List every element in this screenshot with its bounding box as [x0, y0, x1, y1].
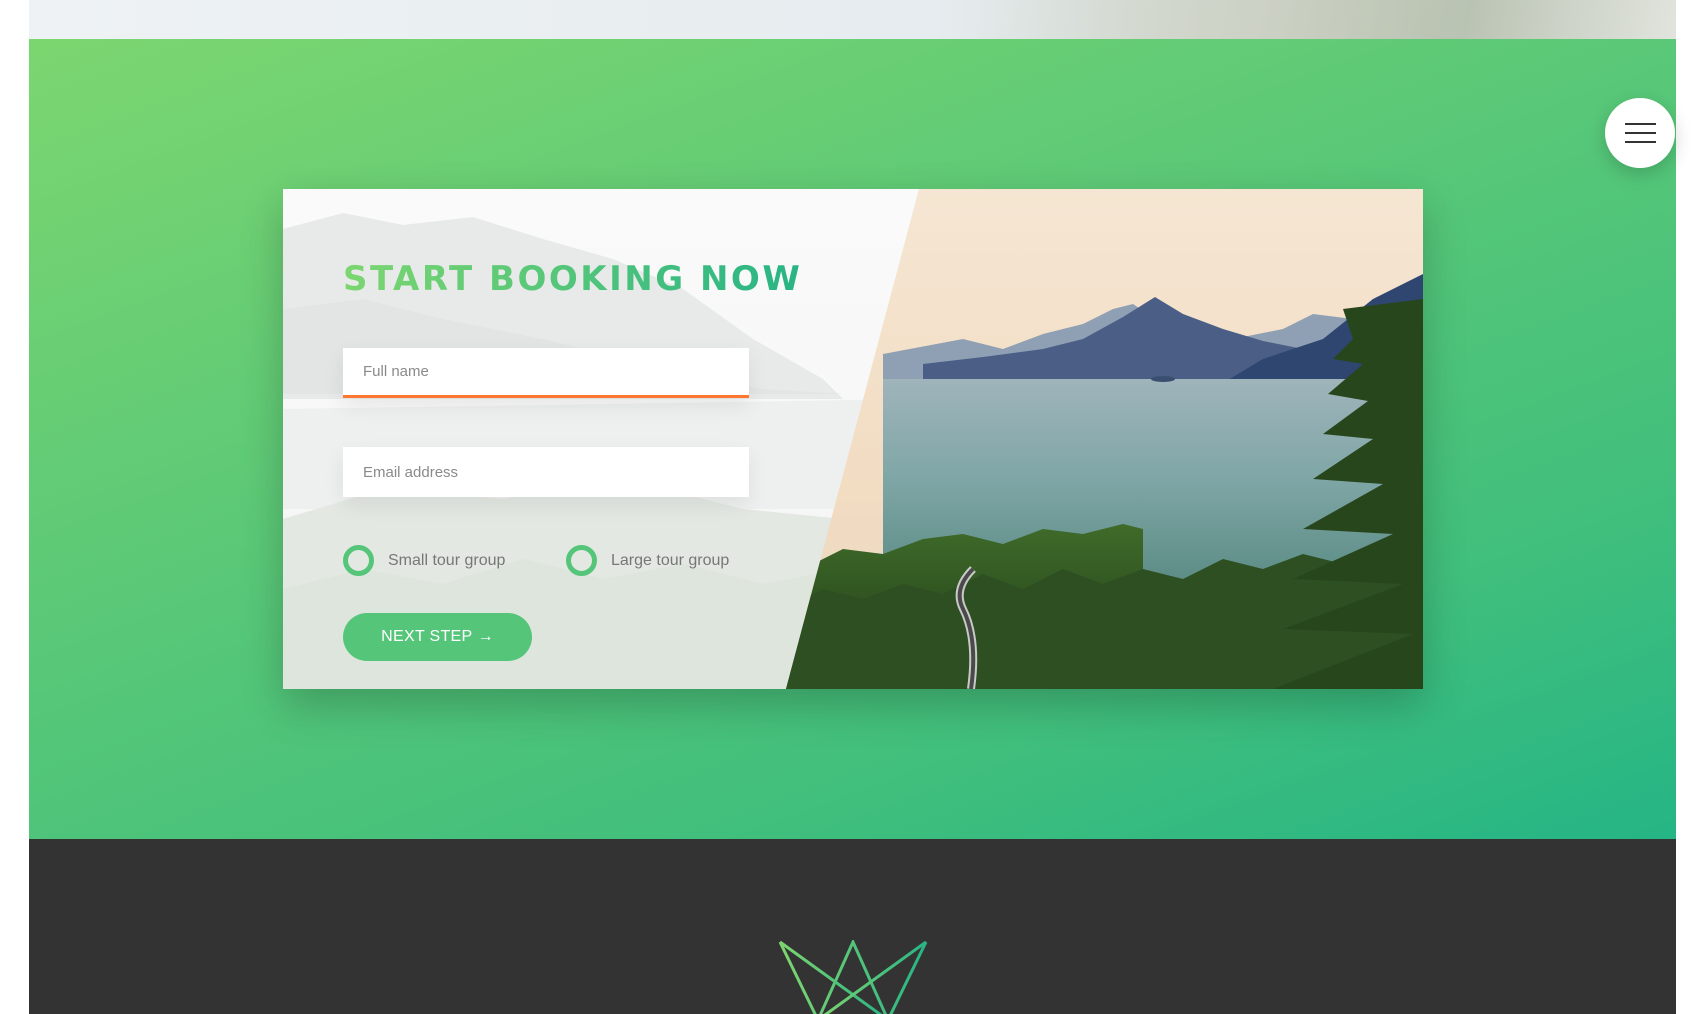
- booking-form: START BOOKING NOW Small tour group Large…: [343, 189, 800, 689]
- hero-image-fragment: [976, 0, 1676, 39]
- hamburger-icon-line: [1624, 132, 1656, 134]
- radio-label-small-tour-group: Small tour group: [388, 551, 506, 569]
- top-hero-image-strip: [29, 0, 1676, 39]
- arrow-right-icon: →: [477, 628, 494, 645]
- full-name-input[interactable]: [343, 348, 749, 398]
- navigation-menu-button[interactable]: [1605, 98, 1675, 168]
- next-step-button[interactable]: NEXT STEP →: [343, 613, 532, 661]
- email-input[interactable]: [343, 447, 749, 497]
- radio-circle-icon: [343, 545, 374, 576]
- footer: [29, 839, 1676, 1014]
- next-step-label: NEXT STEP: [381, 628, 473, 645]
- crown-logo-icon: [778, 940, 928, 1014]
- radio-large-tour-group[interactable]: Large tour group: [566, 545, 729, 576]
- hamburger-icon: [1624, 123, 1656, 125]
- radio-label-large-tour-group: Large tour group: [611, 551, 730, 569]
- radio-circle-icon: [566, 545, 597, 576]
- booking-heading: START BOOKING NOW: [343, 259, 803, 299]
- booking-card: START BOOKING NOW Small tour group Large…: [283, 189, 1423, 689]
- radio-small-tour-group[interactable]: Small tour group: [343, 545, 505, 576]
- hamburger-icon-line: [1624, 141, 1656, 143]
